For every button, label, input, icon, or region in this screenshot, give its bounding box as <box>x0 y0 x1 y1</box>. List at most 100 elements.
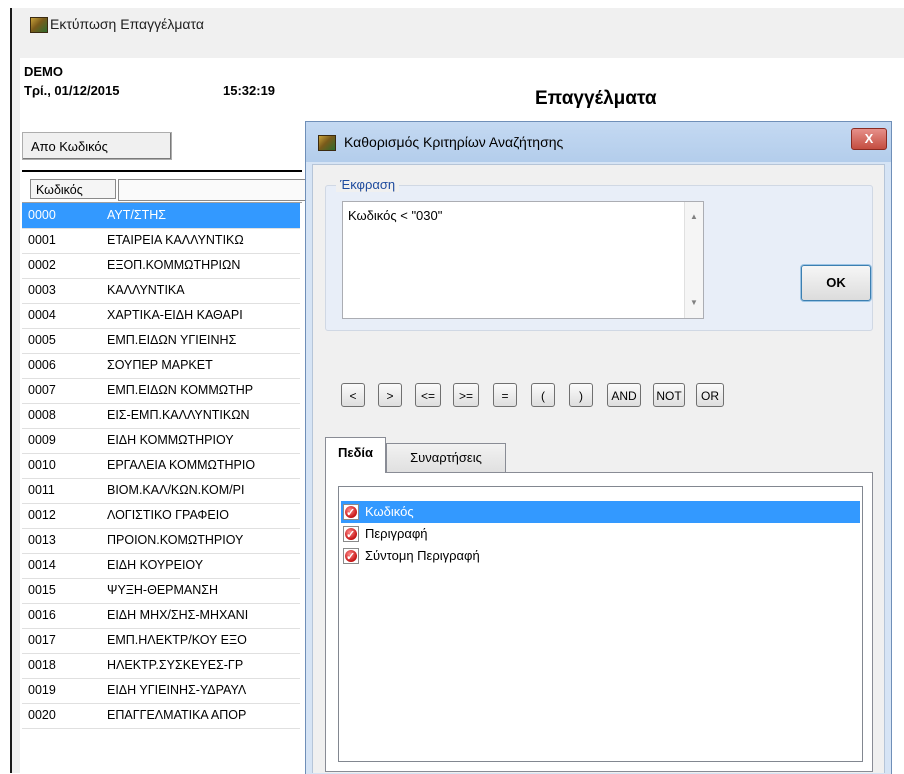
table-row[interactable]: 0009 ΕΙΔΗ ΚΟΜΜΩΤΗΡΙΟΥ <box>22 428 300 454</box>
sort-by-code-button[interactable]: Απο Κωδικός <box>22 132 172 160</box>
row-description: ΨΥΞΗ-ΘΕΡΜΑΝΣΗ <box>107 583 219 597</box>
table-row[interactable]: 0005 ΕΜΠ.ΕΙΔΩΝ ΥΓΙΕΙΝΗΣ <box>22 328 300 354</box>
table-row[interactable]: 0003 ΚΑΛΛΥΝΤΙΚΑ <box>22 278 300 304</box>
scroll-down-icon[interactable]: ▼ <box>690 298 698 307</box>
row-code: 0006 <box>28 358 56 372</box>
table-row[interactable]: 0013 ΠΡΟΙΟΝ.ΚΟΜΩΤΗΡΙΟΥ <box>22 528 300 554</box>
main-titlebar[interactable]: Εκτύπωση Επαγγέλματα <box>12 8 904 41</box>
expression-text: Κωδικός < "030" <box>348 208 443 223</box>
checked-icon <box>343 546 359 568</box>
row-code: 0012 <box>28 508 56 522</box>
dialog-titlebar[interactable]: Καθορισμός Κριτηρίων Αναζήτησης X <box>306 122 891 162</box>
close-button[interactable]: X <box>851 128 887 150</box>
tab-fields[interactable]: Πεδία <box>325 437 386 473</box>
table-row[interactable]: 0015 ΨΥΞΗ-ΘΕΡΜΑΝΣΗ <box>22 578 300 604</box>
field-label: Κωδικός <box>365 504 414 519</box>
row-code: 0007 <box>28 383 56 397</box>
field-item[interactable]: Περιγραφή <box>341 523 860 546</box>
column-header-description[interactable] <box>118 179 310 201</box>
search-criteria-dialog: Καθορισμός Κριτηρίων Αναζήτησης X Έκφρασ… <box>305 121 892 774</box>
row-description: ΕΙΔΗ ΚΟΜΜΩΤΗΡΙΟΥ <box>107 433 234 447</box>
dialog-app-icon <box>318 135 336 151</box>
table-row[interactable]: 0006 ΣΟΥΠΕΡ ΜΑΡΚΕΤ <box>22 353 300 379</box>
operator-less-equal-button[interactable]: <= <box>415 383 441 407</box>
expression-scrollbar[interactable]: ▲ ▼ <box>684 202 703 318</box>
row-description: ΚΑΛΛΥΝΤΙΚΑ <box>107 283 185 297</box>
company-name: DEMO <box>24 64 63 79</box>
row-description: ΕΤΑΙΡΕΙΑ ΚΑΛΛΥΝΤΙΚΩ <box>107 233 244 247</box>
field-label: Περιγραφή <box>365 526 428 541</box>
fields-tab-page: Κωδικός Περιγραφή Σύντομη Περιγραφή <box>325 472 873 772</box>
table-row[interactable]: 0000 ΑΥΤ/ΣΤΗΣ <box>22 203 300 229</box>
table-row[interactable]: 0001 ΕΤΑΙΡΕΙΑ ΚΑΛΛΥΝΤΙΚΩ <box>22 228 300 254</box>
row-description: ΕΙΔΗ ΥΓΙΕΙΝΗΣ-ΥΔΡΑΥΛ <box>107 683 247 697</box>
table-row[interactable]: 0012 ΛΟΓΙΣΤΙΚΟ ΓΡΑΦΕΙΟ <box>22 503 300 529</box>
close-paren-button[interactable]: ) <box>569 383 593 407</box>
row-code: 0020 <box>28 708 56 722</box>
report-title: Επαγγέλματα <box>535 88 657 109</box>
row-code: 0017 <box>28 633 56 647</box>
table-row[interactable]: 0020 ΕΠΑΓΓΕΛΜΑΤΙΚΑ ΑΠΟΡ <box>22 703 300 729</box>
scroll-up-icon[interactable]: ▲ <box>690 212 698 221</box>
operator-greater-equal-button[interactable]: >= <box>453 383 479 407</box>
window-title: Εκτύπωση Επαγγέλματα <box>50 16 204 32</box>
row-description: ΕΜΠ.ΕΙΔΩΝ ΥΓΙΕΙΝΗΣ <box>107 333 237 347</box>
row-description: ΑΥΤ/ΣΤΗΣ <box>107 208 166 222</box>
field-item[interactable]: Σύντομη Περιγραφή <box>341 545 860 568</box>
column-header-code[interactable]: Κωδικός <box>30 179 116 199</box>
table-row[interactable]: 0016 ΕΙΔΗ ΜΗΧ/ΣΗΣ-ΜΗΧΑΝΙ <box>22 603 300 629</box>
dialog-body: Έκφραση Κωδικός < "030" ▲ ▼ OK < > <= >=… <box>312 164 885 773</box>
table-row[interactable]: 0014 ΕΙΔΗ ΚΟΥΡΕΙΟΥ <box>22 553 300 579</box>
row-code: 0000 <box>28 208 56 222</box>
row-description: ΣΟΥΠΕΡ ΜΑΡΚΕΤ <box>107 358 213 372</box>
row-code: 0010 <box>28 458 56 472</box>
table-row[interactable]: 0010 ΕΡΓΑΛΕΙΑ ΚΟΜΜΩΤΗΡΙΟ <box>22 453 300 479</box>
table-row[interactable]: 0002 ΕΞΟΠ.ΚΟΜΜΩΤΗΡΙΩΝ <box>22 253 300 279</box>
tab-functions[interactable]: Συναρτήσεις <box>386 443 506 473</box>
table-row[interactable]: 0017 ΕΜΠ.ΗΛΕΚΤΡ/ΚΟΥ ΕΞΟ <box>22 628 300 654</box>
app-icon <box>30 17 48 33</box>
row-code: 0001 <box>28 233 56 247</box>
row-code: 0002 <box>28 258 56 272</box>
row-description: ΗΛΕΚΤΡ.ΣΥΣΚΕΥΕΣ-ΓΡ <box>107 658 244 672</box>
row-code: 0014 <box>28 558 56 572</box>
table-row[interactable]: 0019 ΕΙΔΗ ΥΓΙΕΙΝΗΣ-ΥΔΡΑΥΛ <box>22 678 300 704</box>
row-code: 0009 <box>28 433 56 447</box>
operator-greater-than-button[interactable]: > <box>378 383 402 407</box>
table-row[interactable]: 0018 ΗΛΕΚΤΡ.ΣΥΣΚΕΥΕΣ-ΓΡ <box>22 653 300 679</box>
operator-less-than-button[interactable]: < <box>341 383 365 407</box>
field-item[interactable]: Κωδικός <box>341 501 860 524</box>
row-description: ΕΞΟΠ.ΚΟΜΜΩΤΗΡΙΩΝ <box>107 258 241 272</box>
operator-and-button[interactable]: AND <box>607 383 641 407</box>
row-description: ΕΜΠ.ΗΛΕΚΤΡ/ΚΟΥ ΕΞΟ <box>107 633 247 647</box>
row-code: 0008 <box>28 408 56 422</box>
table-row[interactable]: 0004 ΧΑΡΤΙΚΑ-ΕΙΔΗ ΚΑΘΑΡΙ <box>22 303 300 329</box>
row-description: ΒΙΟΜ.ΚΑΛ/ΚΩΝ.ΚΟΜ/ΡΙ <box>107 483 245 497</box>
operator-or-button[interactable]: OR <box>696 383 724 407</box>
expression-textarea[interactable]: Κωδικός < "030" ▲ ▼ <box>342 201 704 319</box>
row-description: ΠΡΟΙΟΝ.ΚΟΜΩΤΗΡΙΟΥ <box>107 533 244 547</box>
checked-icon <box>343 502 359 524</box>
grid-header: Κωδικός <box>22 176 310 203</box>
operator-not-button[interactable]: NOT <box>653 383 685 407</box>
row-description: ΕΠΑΓΓΕΛΜΑΤΙΚΑ ΑΠΟΡ <box>107 708 247 722</box>
open-paren-button[interactable]: ( <box>531 383 555 407</box>
grid-divider <box>22 170 302 172</box>
field-label: Σύντομη Περιγραφή <box>365 548 480 563</box>
report-time: 15:32:19 <box>223 83 276 98</box>
checked-icon <box>343 524 359 546</box>
row-description: ΕΙΔΗ ΜΗΧ/ΣΗΣ-ΜΗΧΑΝΙ <box>107 608 249 622</box>
row-code: 0019 <box>28 683 56 697</box>
expression-group: Έκφραση Κωδικός < "030" ▲ ▼ OK <box>325 177 873 331</box>
professions-list: 0000 ΑΥΤ/ΣΤΗΣ 0001 ΕΤΑΙΡΕΙΑ ΚΑΛΛΥΝΤΙΚΩ 0002 Ε… <box>22 203 300 773</box>
table-row[interactable]: 0007 ΕΜΠ.ΕΙΔΩΝ ΚΟΜΜΩΤΗΡ <box>22 378 300 404</box>
row-code: 0003 <box>28 283 56 297</box>
row-description: ΧΑΡΤΙΚΑ-ΕΙΔΗ ΚΑΘΑΡΙ <box>107 308 243 322</box>
row-description: ΕΡΓΑΛΕΙΑ ΚΟΜΜΩΤΗΡΙΟ <box>107 458 256 472</box>
operator-equals-button[interactable]: = <box>493 383 517 407</box>
ok-button[interactable]: OK <box>801 265 871 301</box>
table-row[interactable]: 0011 ΒΙΟΜ.ΚΑΛ/ΚΩΝ.ΚΟΜ/ΡΙ <box>22 478 300 504</box>
table-row[interactable]: 0008 ΕΙΣ-ΕΜΠ.ΚΑΛΛΥΝΤΙΚΩΝ <box>22 403 300 429</box>
fields-list[interactable]: Κωδικός Περιγραφή Σύντομη Περιγραφή <box>338 486 863 762</box>
row-code: 0018 <box>28 658 56 672</box>
